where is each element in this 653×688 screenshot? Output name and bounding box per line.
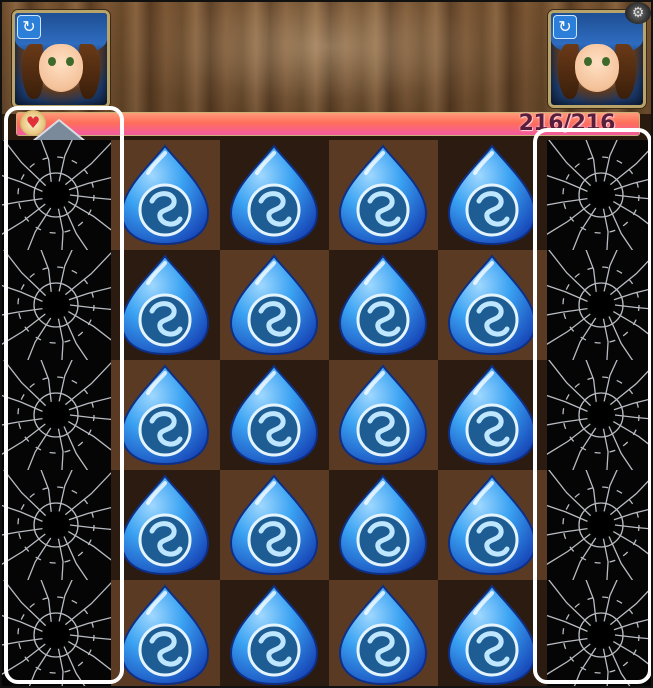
game-screen: ↻ ↻ ⚙ ♥ 216/216 <box>0 0 653 688</box>
water-orb[interactable] <box>118 253 212 357</box>
leader-portrait[interactable]: ↻ <box>12 10 110 108</box>
water-orb[interactable] <box>336 583 430 686</box>
water-orb[interactable] <box>227 363 321 467</box>
water-attribute-icon: ↻ <box>553 15 577 39</box>
water-orb[interactable] <box>445 253 539 357</box>
water-orb[interactable] <box>118 143 212 247</box>
highlight-frame-left <box>4 106 124 684</box>
water-orb[interactable] <box>445 583 539 686</box>
settings-gear-icon[interactable]: ⚙ <box>625 2 651 24</box>
water-orb[interactable] <box>118 363 212 467</box>
water-orb[interactable] <box>445 473 539 577</box>
water-orb[interactable] <box>118 583 212 686</box>
highlight-frame-right <box>533 128 651 684</box>
water-orb[interactable] <box>336 363 430 467</box>
water-orb[interactable] <box>445 363 539 467</box>
water-orb[interactable] <box>227 143 321 247</box>
banner-glow <box>122 2 532 114</box>
face <box>38 44 84 93</box>
water-orb[interactable] <box>227 473 321 577</box>
helper-portrait[interactable]: ↻ <box>548 10 646 108</box>
water-orb[interactable] <box>336 473 430 577</box>
water-orb[interactable] <box>227 583 321 686</box>
water-orb[interactable] <box>336 253 430 357</box>
water-attribute-icon: ↻ <box>17 15 41 39</box>
face <box>574 44 620 93</box>
water-orb[interactable] <box>118 473 212 577</box>
water-orb[interactable] <box>445 143 539 247</box>
water-orb[interactable] <box>336 143 430 247</box>
water-orb[interactable] <box>227 253 321 357</box>
